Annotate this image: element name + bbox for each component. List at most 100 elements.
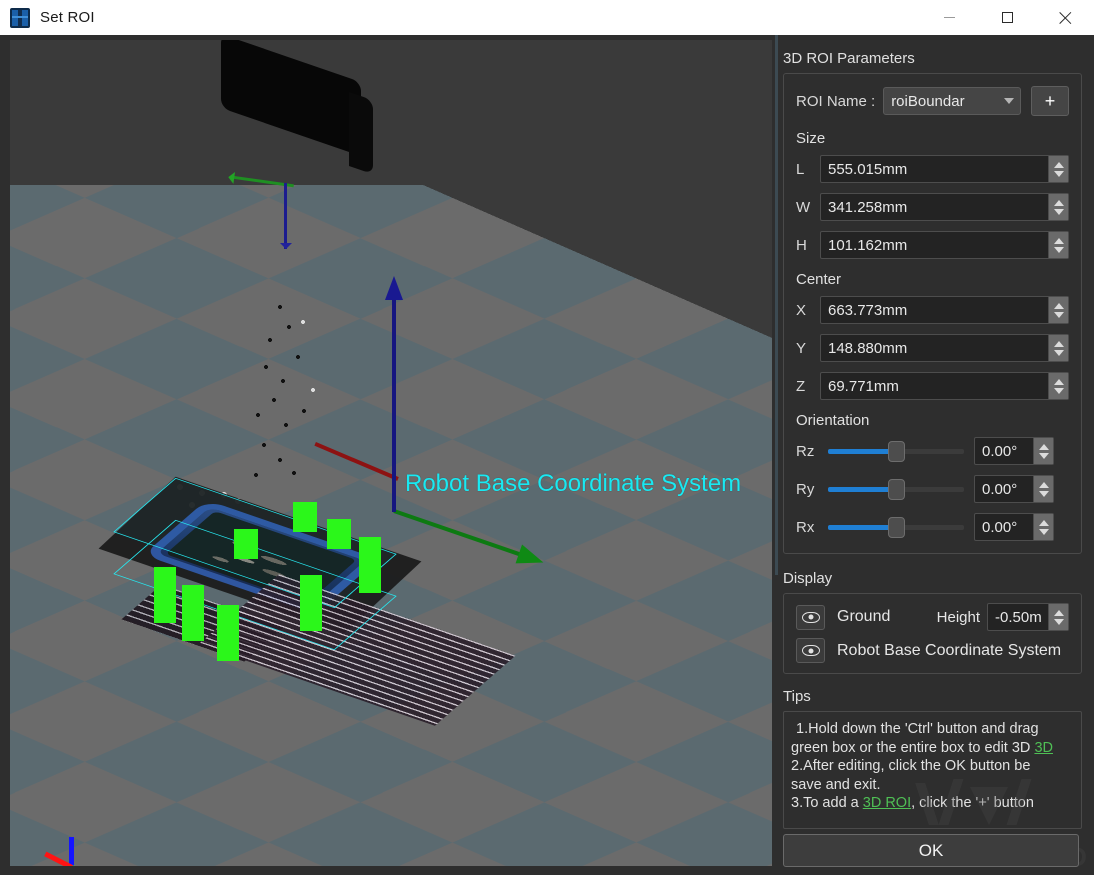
ground-visibility-toggle[interactable] — [796, 604, 825, 630]
minimize-button[interactable] — [920, 0, 978, 35]
roi-name-dropdown[interactable]: roiBoundar — [883, 87, 1021, 115]
ground-label: Ground — [837, 608, 891, 625]
orientation-rx-stepper[interactable] — [1033, 514, 1053, 540]
center-y-row: Y 148.880mm — [796, 334, 1069, 362]
orientation-rz-row: Rz 0.00° — [796, 437, 1069, 465]
orientation-gizmo[interactable] — [40, 835, 100, 866]
orientation-ry-value: 0.00° — [982, 480, 1018, 498]
size-height-input[interactable]: 101.162mm — [820, 231, 1069, 259]
size-length-value: 555.015mm — [828, 160, 908, 178]
gizmo-axis-z-icon — [69, 837, 74, 866]
maximize-button[interactable] — [978, 0, 1036, 35]
size-length-input[interactable]: 555.015mm — [820, 155, 1069, 183]
tip-line-5: 3.To add a 3D ROI, click the '+' button — [791, 794, 1071, 813]
tip-3d-link[interactable]: 3D — [1034, 740, 1053, 756]
center-z-input[interactable]: 69.771mm — [820, 372, 1069, 400]
ground-display-row: Ground Height -0.50m — [796, 603, 1069, 631]
size-height-stepper[interactable] — [1048, 232, 1068, 258]
tip-3d-roi-link[interactable]: 3D ROI — [863, 795, 911, 811]
close-button[interactable] — [1036, 0, 1094, 35]
set-roi-window: Set ROI Robot Base Coordinate System 3D … — [0, 0, 1094, 875]
tip-line-5-prefix: 3.To add a — [791, 795, 863, 811]
orientation-rz-input[interactable]: 0.00° — [974, 437, 1054, 465]
center-z-stepper[interactable] — [1048, 373, 1068, 399]
robot-base-label: Robot Base Coordinate System — [405, 470, 742, 497]
orientation-ry-label: Ry — [796, 480, 815, 498]
orientation-rx-input[interactable]: 0.00° — [974, 513, 1054, 541]
gizmo-axis-y-icon — [70, 865, 100, 866]
center-z-label: Z — [796, 377, 806, 395]
center-x-value: 663.773mm — [828, 301, 908, 319]
tips-section-title: Tips — [783, 688, 811, 705]
center-x-row: X 663.773mm — [796, 296, 1069, 324]
ground-height-value: -0.50m — [995, 608, 1042, 626]
orientation-ry-slider[interactable] — [828, 478, 964, 500]
viewport-container: Robot Base Coordinate System — [0, 35, 775, 875]
mech-vision-logo-icon — [10, 7, 30, 28]
size-width-stepper[interactable] — [1048, 194, 1068, 220]
3d-viewport[interactable]: Robot Base Coordinate System — [10, 40, 772, 866]
orientation-section-title: Orientation — [796, 412, 870, 429]
orientation-rz-slider[interactable] — [828, 440, 964, 462]
roi-handle[interactable] — [217, 605, 239, 661]
window-title: Set ROI — [40, 9, 95, 26]
size-width-value: 341.258mm — [828, 198, 908, 216]
center-section-title: Center — [796, 271, 842, 288]
center-x-input[interactable]: 663.773mm — [820, 296, 1069, 324]
chevron-down-icon — [998, 88, 1020, 114]
ok-button[interactable]: OK — [783, 834, 1079, 867]
slider-knob[interactable] — [888, 517, 905, 538]
orientation-ry-stepper[interactable] — [1033, 476, 1053, 502]
eye-icon — [801, 645, 820, 656]
slider-knob[interactable] — [888, 479, 905, 500]
orientation-rz-label: Rz — [796, 442, 815, 460]
center-x-stepper[interactable] — [1048, 297, 1068, 323]
center-y-input[interactable]: 148.880mm — [820, 334, 1069, 362]
size-width-input[interactable]: 341.258mm — [820, 193, 1069, 221]
roi-handle[interactable] — [234, 529, 258, 559]
roi-handle[interactable] — [182, 585, 204, 641]
tip-line-5-tail: , click the '+' button — [911, 795, 1034, 811]
orientation-rx-label: Rx — [796, 518, 815, 536]
size-section-title: Size — [796, 130, 826, 147]
size-width-label: W — [796, 198, 811, 216]
center-z-value: 69.771mm — [828, 377, 899, 395]
add-roi-button[interactable]: + — [1031, 86, 1069, 116]
roi-handle[interactable] — [293, 502, 317, 532]
camera-axis-z-icon — [280, 183, 292, 249]
background-sky — [10, 40, 772, 185]
size-height-label: H — [796, 236, 807, 254]
roi-handle[interactable] — [300, 575, 322, 631]
slider-knob[interactable] — [888, 441, 905, 462]
eye-icon — [801, 611, 820, 623]
size-width-row: W 341.258mm — [796, 193, 1069, 221]
orientation-rx-row: Rx 0.00° — [796, 513, 1069, 541]
size-length-row: L 555.015mm — [796, 155, 1069, 183]
roi-handle[interactable] — [154, 567, 176, 623]
orientation-ry-row: Ry 0.00° — [796, 475, 1069, 503]
window-controls — [920, 0, 1094, 35]
center-y-stepper[interactable] — [1048, 335, 1068, 361]
roi-parameters-panel: MECH MIND 3D ROI Parameters ROI Name : r… — [775, 35, 1094, 875]
panel-title: 3D ROI Parameters — [783, 50, 915, 67]
center-y-value: 148.880mm — [828, 339, 908, 357]
roi-parameters-group: ROI Name : roiBoundar + Size L 555.015mm… — [783, 73, 1082, 554]
ground-height-input[interactable]: -0.50m — [987, 603, 1069, 631]
robot-base-display-row: Robot Base Coordinate System — [796, 638, 1069, 663]
minimize-icon — [943, 17, 955, 18]
tip-line-2: green box or the entire box to edit 3D 3… — [791, 739, 1071, 758]
orientation-rx-slider[interactable] — [828, 516, 964, 538]
tip-line-1: 1.Hold down the 'Ctrl' button and drag — [796, 721, 1039, 737]
roi-handle[interactable] — [327, 519, 351, 549]
ground-height-label: Height — [936, 608, 980, 626]
roi-handle[interactable] — [359, 537, 381, 593]
robot-base-visibility-toggle[interactable] — [796, 638, 825, 663]
size-length-stepper[interactable] — [1048, 156, 1068, 182]
tip-line-3: 2.After editing, click the OK button be — [791, 758, 1031, 774]
orientation-rz-stepper[interactable] — [1033, 438, 1053, 464]
ground-height-stepper[interactable] — [1048, 604, 1068, 630]
size-length-label: L — [796, 160, 805, 178]
center-z-row: Z 69.771mm — [796, 372, 1069, 400]
orientation-ry-input[interactable]: 0.00° — [974, 475, 1054, 503]
robot-base-display-label: Robot Base Coordinate System — [837, 641, 1062, 659]
